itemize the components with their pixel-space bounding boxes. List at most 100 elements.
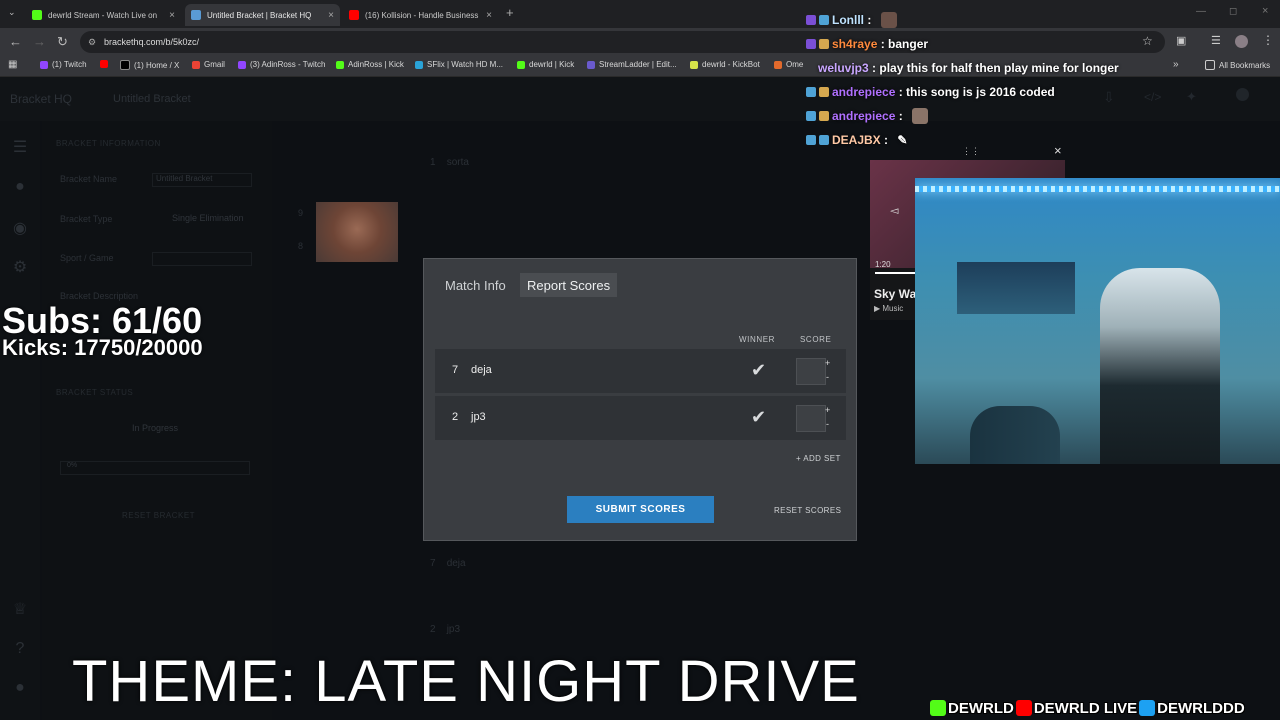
bracket-name-input[interactable]: Untitled Bracket <box>152 173 252 187</box>
tab-report-scores[interactable]: Report Scores <box>520 273 618 297</box>
bracket-name-label: Bracket Name <box>60 174 118 184</box>
badge-icon <box>806 135 816 145</box>
help-icon[interactable]: ? <box>10 640 30 660</box>
bookmark-x[interactable]: (1) Home / X <box>120 60 179 70</box>
bookmark-ome[interactable]: Ome <box>774 60 803 69</box>
extensions-icon[interactable]: ▣ <box>1176 34 1186 47</box>
site-info-icon[interactable]: ⚙ <box>88 37 96 48</box>
score-input[interactable] <box>796 358 826 385</box>
add-set-button[interactable]: + ADD SET <box>796 454 841 463</box>
twitter-handle: DEWRLDDD <box>1157 699 1245 717</box>
bookmark-label: SFlix | Watch HD M... <box>427 60 504 69</box>
decrement-button[interactable]: - <box>826 419 829 429</box>
drag-handle-icon[interactable]: ⋮⋮ <box>962 146 980 157</box>
bracket-match[interactable]: 7 deja <box>430 558 466 569</box>
back-icon[interactable]: ← <box>9 34 22 49</box>
increment-button[interactable]: + <box>825 358 830 368</box>
chat-message: sh4raye : banger <box>806 32 1166 56</box>
chat-text: this song is js 2016 coded <box>906 85 1055 99</box>
reset-scores-button[interactable]: RESET SCORES <box>774 506 841 515</box>
media-icon[interactable]: ☰ <box>1211 34 1221 47</box>
bookmark-streamladder[interactable]: StreamLadder | Edit... <box>587 60 677 69</box>
app-logo[interactable]: Bracket HQ <box>10 92 72 106</box>
bookmark-gmail[interactable]: Gmail <box>192 60 225 69</box>
reload-icon[interactable]: ↻ <box>57 34 68 50</box>
close-icon[interactable]: × <box>328 10 334 21</box>
close-icon[interactable]: × <box>169 10 175 21</box>
bracket-type-select[interactable]: Single Elimination <box>172 213 244 223</box>
bookmark-twitch[interactable]: (1) Twitch <box>40 60 87 69</box>
minimize-button[interactable]: — <box>1196 6 1206 17</box>
decrement-button[interactable]: - <box>826 372 829 382</box>
tab-search-icon[interactable]: ⌄ <box>8 7 16 18</box>
user-avatar[interactable] <box>1236 88 1249 101</box>
window-close-button[interactable]: × <box>1262 5 1268 17</box>
bracket-match[interactable]: 8 <box>298 241 303 251</box>
kick-icon <box>930 700 946 716</box>
bookmark-youtube[interactable] <box>100 60 112 68</box>
bookmark-adinross-twitch[interactable]: (3) AdinRoss - Twitch <box>238 60 325 69</box>
account-icon[interactable]: ● <box>10 679 30 699</box>
chat-username: andrepiece <box>832 109 896 123</box>
crown-icon[interactable]: ♕ <box>10 599 30 619</box>
chat-username: andrepiece <box>832 85 896 99</box>
share-icon[interactable]: ✦ <box>1186 89 1197 105</box>
player-name: jp3 <box>471 411 486 423</box>
restore-button[interactable]: ◻ <box>1229 6 1237 17</box>
url-text: brackethq.com/b/5k0zc/ <box>104 37 200 47</box>
forward-icon[interactable]: → <box>33 34 46 49</box>
bookmark-dewrld-kick[interactable]: dewrld | Kick <box>517 60 574 69</box>
apps-icon[interactable]: ▦ <box>8 59 17 70</box>
submit-scores-button[interactable]: SUBMIT SCORES <box>567 496 714 523</box>
sport-game-input[interactable] <box>152 252 252 266</box>
tab-brackethq[interactable]: Untitled Bracket | Bracket HQ × <box>185 4 340 26</box>
profile-avatar[interactable] <box>1235 35 1248 48</box>
bracket-match[interactable]: 2 jp3 <box>430 624 460 635</box>
info-heading: BRACKET INFORMATION <box>56 139 161 148</box>
menu-icon[interactable]: ⋮ <box>1262 33 1274 47</box>
badge-icon <box>819 39 829 49</box>
seed: 2 <box>452 411 459 423</box>
twitter-icon <box>1139 700 1156 716</box>
seek-bar[interactable] <box>875 272 915 274</box>
bookmark-label: (1) Twitch <box>52 60 87 69</box>
new-tab-button[interactable]: + <box>506 5 514 20</box>
player-name: deja <box>446 558 466 569</box>
seed: 8 <box>298 241 304 251</box>
reset-bracket-button[interactable]: RESET BRACKET <box>122 511 195 520</box>
chat-text: banger <box>888 37 929 51</box>
bookmark-adinross-kick[interactable]: AdinRoss | Kick <box>336 60 404 69</box>
bookmark-label: dewrld - KickBot <box>702 60 760 69</box>
players-icon[interactable]: ● <box>10 178 30 198</box>
bracket-match[interactable]: 1 sorta <box>430 157 469 168</box>
volume-icon[interactable]: ◅ <box>890 204 898 217</box>
winner-check-icon[interactable]: ✔ <box>751 360 766 381</box>
tab-match-info[interactable]: Match Info <box>438 273 513 297</box>
tab-kick[interactable]: dewrld Stream - Watch Live on × <box>26 4 181 26</box>
bookmark-label: Gmail <box>204 60 225 69</box>
increment-button[interactable]: + <box>825 405 830 415</box>
seed: 1 <box>430 157 436 168</box>
player-name: jp3 <box>446 624 461 635</box>
youtube-icon <box>1015 700 1032 716</box>
folder-icon <box>1205 60 1215 70</box>
bookmark-sflix[interactable]: SFlix | Watch HD M... <box>415 60 503 69</box>
bookmark-label: All Bookmarks <box>1219 60 1271 70</box>
sport-game-label: Sport / Game <box>60 253 114 263</box>
tab-youtube[interactable]: (16) Kollision - Handle Business × <box>343 4 498 26</box>
score-input[interactable] <box>796 405 826 432</box>
close-icon[interactable]: × <box>486 10 492 21</box>
bracket-icon[interactable]: ☰ <box>10 137 30 157</box>
more-bookmarks-icon[interactable]: » <box>1173 59 1179 70</box>
all-bookmarks[interactable]: All Bookmarks <box>1205 60 1270 70</box>
settings-icon[interactable]: ⚙ <box>10 257 30 277</box>
palette-icon[interactable]: ◉ <box>10 218 30 238</box>
progress-text: 0% <box>67 462 78 469</box>
winner-check-icon[interactable]: ✔ <box>751 407 766 428</box>
close-icon[interactable]: × <box>1054 143 1062 158</box>
chat-username: DEAJBX <box>832 133 881 147</box>
seed: 2 <box>430 624 436 635</box>
kicks-counter: Kicks: 17750/20000 <box>2 335 203 360</box>
bookmark-kickbot[interactable]: dewrld - KickBot <box>690 60 760 69</box>
bracket-match[interactable]: 9 <box>298 208 303 218</box>
